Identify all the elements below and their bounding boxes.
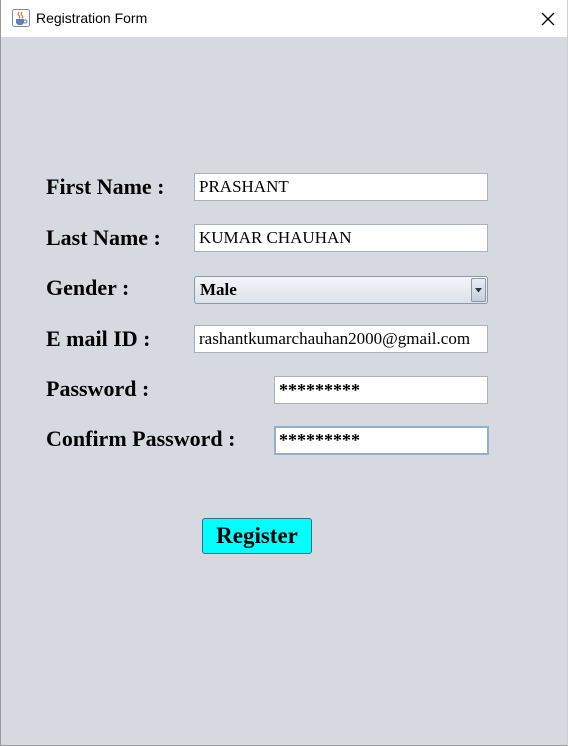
chevron-down-icon	[475, 287, 482, 292]
password-label: Password :	[46, 376, 150, 401]
gender-select[interactable]: Male	[194, 276, 488, 304]
email-label: E mail ID :	[46, 326, 151, 351]
java-cup-icon	[12, 9, 30, 27]
window-title: Registration Form	[36, 10, 148, 26]
title-bar[interactable]: Registration Form	[1, 0, 567, 37]
gender-selected-value: Male	[200, 280, 237, 299]
last-name-label: Last Name :	[46, 225, 161, 250]
close-icon	[541, 12, 555, 25]
confirm-password-field[interactable]: *********	[274, 426, 489, 455]
form-panel: First Name : PRASHANT Last Name : KUMAR …	[1, 37, 567, 745]
first-name-label: First Name :	[46, 174, 165, 199]
gender-label: Gender :	[46, 275, 130, 300]
confirm-password-masked-value: *********	[279, 430, 360, 450]
email-field[interactable]: rashantkumarchauhan2000@gmail.com	[194, 325, 488, 353]
first-name-field[interactable]: PRASHANT	[194, 173, 488, 201]
close-button[interactable]	[529, 4, 567, 33]
password-field[interactable]: *********	[274, 376, 488, 404]
register-button[interactable]: Register	[202, 518, 312, 554]
password-masked-value: *********	[279, 380, 360, 400]
confirm-password-label: Confirm Password :	[46, 426, 236, 451]
dropdown-arrow[interactable]	[471, 278, 486, 302]
registration-window: Registration Form First Name : PRASHANT …	[0, 0, 568, 746]
last-name-field[interactable]: KUMAR CHAUHAN	[194, 224, 488, 252]
